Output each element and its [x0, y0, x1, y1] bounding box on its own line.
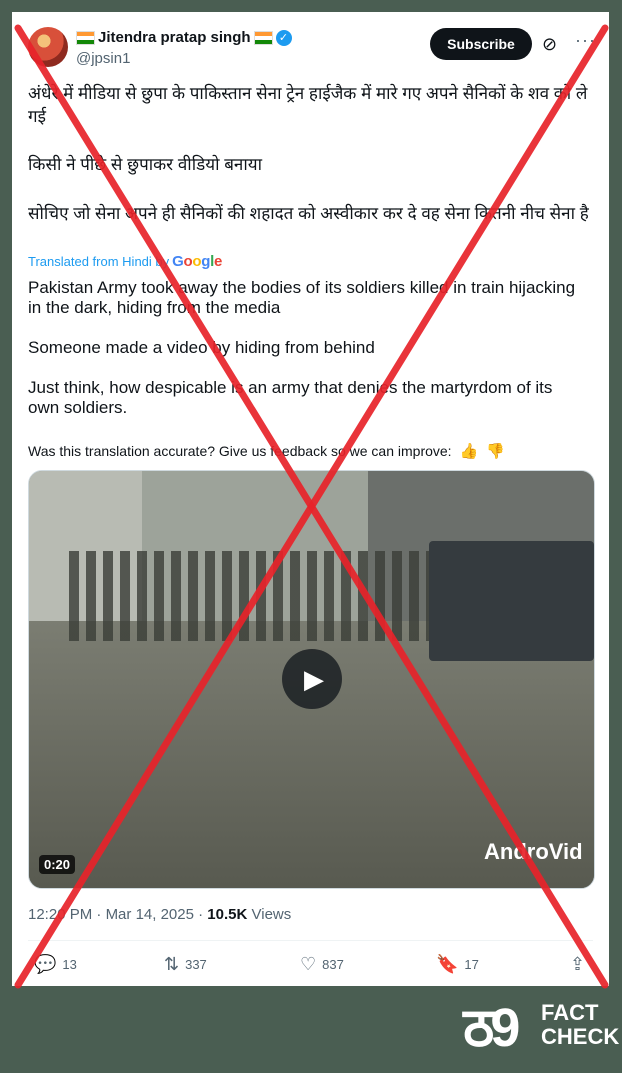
translation-line: Someone made a video by hiding from behi… [28, 338, 375, 357]
like-count: 837 [322, 957, 344, 972]
share-icon: ⇪ [570, 954, 586, 974]
video-player[interactable]: ▶ 0:20 AndroVid [28, 470, 595, 889]
thumbs-up-icon[interactable]: 👍 [460, 442, 479, 460]
video-frame-soldiers [69, 551, 469, 641]
video-frame-truck [429, 541, 594, 661]
fact-check-logo: ठ9 FACT CHECK [463, 998, 619, 1060]
translated-from-label[interactable]: Translated from Hindi by Google [28, 253, 222, 270]
repost-button[interactable]: ⇅ 337 [164, 954, 207, 975]
bookmark-button[interactable]: 🔖 17 [436, 954, 479, 975]
play-icon[interactable]: ▶ [282, 649, 342, 709]
india-flag-icon [253, 30, 273, 45]
tweet-meta: 12:20 PM · Mar 14, 2025 · 10.5K Views [28, 906, 292, 923]
bookmark-count: 17 [464, 957, 479, 972]
subscribe-button[interactable]: Subscribe [430, 28, 532, 60]
tweet-time[interactable]: 12:20 PM [28, 906, 92, 923]
logo-fact: FACT [541, 1000, 599, 1025]
views-label: Views [251, 906, 292, 923]
handle[interactable]: @jpsin1 [76, 50, 130, 67]
feedback-text: Was this translation accurate? Give us f… [28, 443, 452, 459]
reply-count: 13 [62, 957, 77, 972]
like-button[interactable]: ♡ 837 [300, 954, 344, 975]
tweet-date[interactable]: Mar 14, 2025 [106, 906, 194, 923]
thumbs-down-icon[interactable]: 👎 [486, 442, 505, 460]
tweet-text-line: अंधेरे में मीडिया से छुपा के पाकिस्तान स… [28, 84, 588, 126]
verified-badge-icon: ✓ [275, 29, 292, 46]
share-button[interactable]: ⇪ [570, 954, 585, 975]
divider [28, 940, 593, 941]
tweet-text-line: किसी ने पीछे से छुपाकर वीडियो बनाया [28, 155, 263, 174]
avatar[interactable] [28, 27, 68, 67]
translation-line: Pakistan Army took away the bodies of it… [28, 278, 576, 317]
tweet-text-line: सोचिए जो सेना अपने ही सैनिकों की शहादत क… [28, 204, 589, 223]
tweet-card: Jitendra pratap singh ✓ @jpsin1 Subscrib… [12, 12, 609, 986]
author-name-row[interactable]: Jitendra pratap singh ✓ [76, 29, 292, 46]
video-duration: 0:20 [39, 855, 76, 874]
google-logo: Google [172, 253, 223, 270]
logo-check: CHECK [541, 1024, 620, 1049]
reply-button[interactable]: 💬 13 [34, 954, 77, 975]
like-icon: ♡ [300, 954, 317, 974]
repost-icon: ⇅ [164, 954, 180, 974]
grok-icon[interactable]: ⊘ [542, 34, 557, 55]
bookmark-icon: 🔖 [436, 954, 459, 974]
reply-icon: 💬 [34, 954, 57, 974]
display-name[interactable]: Jitendra pratap singh [98, 29, 251, 46]
action-bar: 💬 13 ⇅ 337 ♡ 837 🔖 17 ⇪ [28, 954, 593, 974]
translation-line: Just think, how despicable is an army th… [28, 378, 553, 417]
video-watermark: AndroVid [484, 839, 583, 864]
translated-text: Translated from Hindi by [28, 254, 170, 269]
views-count: 10.5K [207, 906, 248, 923]
india-flag-icon [76, 30, 95, 45]
repost-count: 337 [185, 957, 207, 972]
more-icon[interactable]: ··· [575, 30, 596, 51]
translation-feedback: Was this translation accurate? Give us f… [28, 442, 505, 460]
logo-number: ठ9 [463, 998, 520, 1058]
